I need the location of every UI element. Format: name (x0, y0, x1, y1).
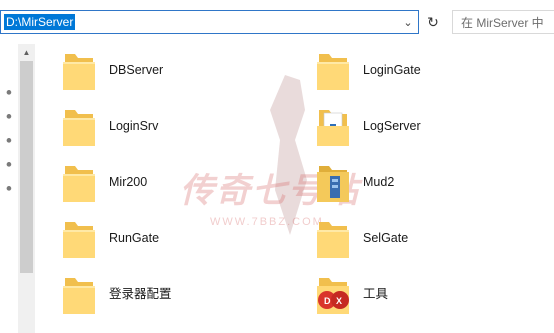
file-item-selgate[interactable]: SelGate (316, 216, 536, 264)
pin-icon[interactable]: ⚫ (4, 159, 14, 173)
folder-database-icon (317, 166, 349, 202)
search-input[interactable]: 在 MirServer 中 (452, 10, 554, 34)
folder-icon (63, 166, 95, 202)
folder-icon (63, 54, 95, 90)
folder-icon (63, 278, 95, 314)
file-name: Mud2 (363, 175, 395, 189)
folder-document-icon (317, 110, 349, 146)
file-item-tools[interactable]: D X 工具 (316, 272, 536, 320)
folder-icon (317, 222, 349, 258)
search-placeholder: 在 MirServer 中 (461, 16, 544, 30)
file-name: 登录器配置 (109, 287, 172, 301)
file-item-logingate[interactable]: LoginGate (316, 48, 536, 96)
scroll-up-arrow-icon[interactable]: ▲ (18, 44, 35, 60)
refresh-button[interactable]: ↻ (422, 10, 444, 34)
folder-icon (63, 222, 95, 258)
chevron-down-icon[interactable]: ⌄ (399, 12, 417, 32)
folder-icon (317, 54, 349, 90)
file-name: SelGate (363, 231, 409, 245)
file-name: Mir200 (109, 175, 148, 189)
folder-red-badge-icon: D X (317, 278, 349, 314)
file-item-loginsrv[interactable]: LoginSrv (62, 104, 282, 152)
file-name: DBServer (109, 63, 164, 77)
pin-icon[interactable]: ⚫ (4, 87, 14, 101)
svg-text:X: X (336, 296, 342, 306)
file-item-rungate[interactable]: RunGate (62, 216, 282, 264)
file-name: LogServer (363, 119, 421, 133)
pin-icon[interactable]: ⚫ (4, 183, 14, 197)
file-item-login-config[interactable]: 登录器配置 (62, 272, 282, 320)
file-item-logserver[interactable]: LogServer (316, 104, 536, 152)
file-name: LoginSrv (109, 119, 159, 133)
pin-icon[interactable]: ⚫ (4, 111, 14, 125)
folder-icon (63, 110, 95, 146)
file-name: RunGate (109, 231, 160, 245)
pin-icon[interactable]: ⚫ (4, 135, 14, 149)
address-bar[interactable]: D:\MirServer ⌄ (0, 10, 419, 34)
file-item-dbserver[interactable]: DBServer (62, 48, 282, 96)
navigation-pane: ⚫ ⚫ ⚫ ⚫ ⚫ (0, 44, 18, 333)
file-name: 工具 (363, 287, 389, 301)
nav-scrollbar[interactable]: ▲ (18, 44, 35, 333)
file-item-mir200[interactable]: Mir200 (62, 160, 282, 208)
file-name: LoginGate (363, 63, 421, 77)
refresh-icon: ↻ (427, 13, 439, 30)
file-item-mud2[interactable]: Mud2 (316, 160, 536, 208)
svg-text:D: D (324, 296, 331, 306)
address-path[interactable]: D:\MirServer (4, 14, 76, 30)
scrollbar-thumb[interactable] (20, 61, 33, 273)
